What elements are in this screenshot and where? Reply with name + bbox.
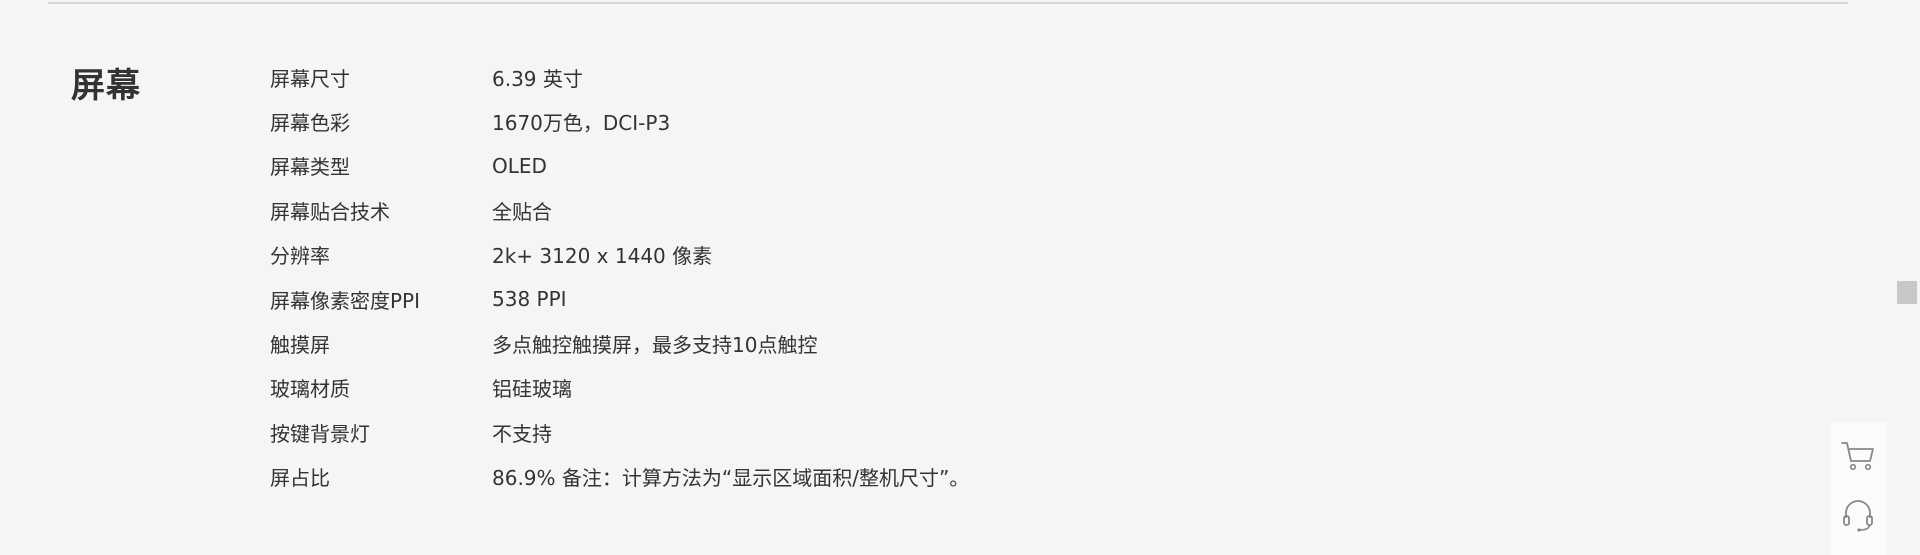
- spec-value: 全贴合: [492, 199, 552, 224]
- spec-label: 按键背景灯: [270, 421, 370, 446]
- headset-icon: [1840, 498, 1876, 534]
- spec-value: 铝硅玻璃: [492, 377, 572, 402]
- spec-label: 屏幕贴合技术: [270, 199, 390, 224]
- spec-label: 屏幕类型: [270, 155, 350, 180]
- spec-label: 屏幕尺寸: [270, 66, 350, 91]
- spec-row-screen-ratio: 屏占比 86.9% 备注：计算方法为“显示区域面积/整机尺寸”。: [270, 455, 1770, 499]
- spec-row-lamination: 屏幕贴合技术 全贴合: [270, 188, 1770, 232]
- spec-value: 6.39 英寸: [492, 66, 583, 91]
- spec-list: 屏幕尺寸 6.39 英寸 屏幕色彩 1670万色，DCI-P3 屏幕类型 OLE…: [270, 55, 1770, 499]
- customer-service-button[interactable]: [1836, 494, 1880, 538]
- spec-label: 屏幕色彩: [270, 111, 350, 136]
- spec-value: 多点触控触摸屏，最多支持10点触控: [492, 333, 818, 358]
- spec-row-touchscreen: 触摸屏 多点触控触摸屏，最多支持10点触控: [270, 321, 1770, 365]
- cart-button[interactable]: [1836, 434, 1880, 478]
- spec-row-backlight: 按键背景灯 不支持: [270, 410, 1770, 454]
- spec-value: 86.9% 备注：计算方法为“显示区域面积/整机尺寸”。: [492, 466, 970, 491]
- spec-value: 538 PPI: [492, 287, 567, 312]
- spec-row-screen-size: 屏幕尺寸 6.39 英寸: [270, 55, 1770, 99]
- section-title: 屏幕: [71, 66, 141, 106]
- spec-value: 1670万色，DCI-P3: [492, 111, 671, 136]
- scrollbar-thumb[interactable]: [1897, 281, 1917, 304]
- spec-page: 屏幕 屏幕尺寸 6.39 英寸 屏幕色彩 1670万色，DCI-P3 屏幕类型 …: [0, 0, 1920, 555]
- spec-row-ppi: 屏幕像素密度PPI 538 PPI: [270, 277, 1770, 321]
- spec-row-glass: 玻璃材质 铝硅玻璃: [270, 366, 1770, 410]
- spec-row-screen-type: 屏幕类型 OLED: [270, 144, 1770, 188]
- spec-label: 玻璃材质: [270, 377, 350, 402]
- spec-row-screen-color: 屏幕色彩 1670万色，DCI-P3: [270, 99, 1770, 143]
- section-divider: [48, 2, 1848, 4]
- spec-value: 不支持: [492, 421, 552, 446]
- side-toolbar: [1830, 422, 1886, 555]
- spec-label: 分辨率: [270, 244, 330, 269]
- spec-label: 触摸屏: [270, 333, 330, 358]
- spec-label: 屏幕像素密度PPI: [270, 288, 421, 313]
- shopping-cart-icon: [1840, 440, 1876, 472]
- spec-value: 2k+ 3120 x 1440 像素: [492, 244, 713, 269]
- spec-value: OLED: [492, 153, 547, 178]
- spec-row-resolution: 分辨率 2k+ 3120 x 1440 像素: [270, 233, 1770, 277]
- spec-label: 屏占比: [270, 466, 330, 491]
